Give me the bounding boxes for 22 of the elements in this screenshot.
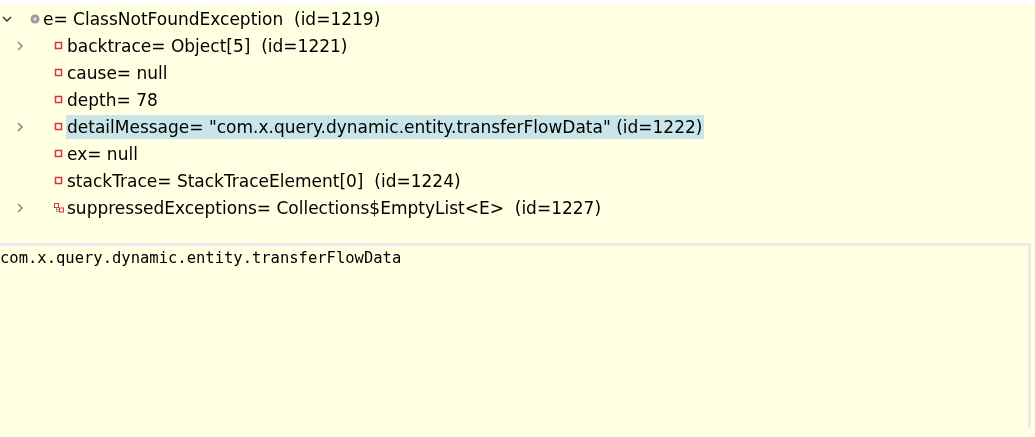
square-icon — [54, 175, 64, 186]
expand-chevron-icon[interactable] — [15, 202, 25, 213]
detail-text: com.x.query.dynamic.entity.transferFlowData — [0, 248, 402, 269]
square-icon — [54, 67, 64, 78]
circle-icon — [30, 13, 40, 24]
variable-item[interactable]: ex= null — [66, 141, 140, 166]
square-icon — [54, 121, 64, 132]
expand-chevron-icon[interactable] — [15, 121, 25, 132]
square-icon — [54, 148, 64, 159]
hierarchy-icon — [54, 202, 64, 213]
square-icon — [54, 94, 64, 105]
variable-item[interactable]: detailMessage= "com.x.query.dynamic.entity.transferFlowData" (id=1222) — [66, 114, 705, 139]
collapse-chevron-icon[interactable] — [2, 13, 12, 24]
variable-item[interactable]: stackTrace= StackTraceElement[0] (id=1224) — [66, 168, 463, 193]
variable-item[interactable]: e= ClassNotFoundException (id=1219) — [42, 6, 383, 31]
variable-item[interactable]: suppressedExceptions= Collections$EmptyList<E> (id=1227) — [66, 195, 604, 220]
variable-item[interactable]: cause= null — [66, 60, 170, 85]
variable-item[interactable]: depth= 78 — [66, 87, 160, 112]
square-icon — [54, 40, 64, 51]
variable-item[interactable]: backtrace= Object[5] (id=1221) — [66, 33, 350, 58]
detail-pane[interactable]: com.x.query.dynamic.entity.transferFlowData — [0, 243, 1031, 428]
expand-chevron-icon[interactable] — [15, 40, 25, 51]
